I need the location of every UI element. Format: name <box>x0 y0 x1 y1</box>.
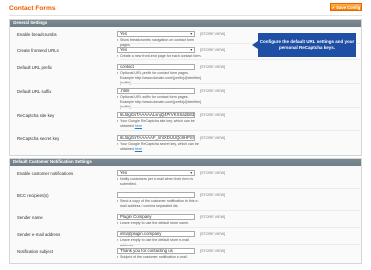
setting-note: ▪ Your Google ReCaptcha secret key, which… <box>117 142 202 152</box>
bullet-icon: ▪ <box>117 54 119 58</box>
setting-label: Enable breadcrumbs <box>17 32 57 37</box>
page-title: Contact Forms <box>9 5 56 12</box>
setting-label: Default URL prefix <box>17 65 52 70</box>
note-text: Leave empty to use the default store nam… <box>120 221 190 225</box>
note-text: Your Google ReCaptcha site key, which ca… <box>120 119 195 128</box>
tooltip-callout: Configure the default URL settings and y… <box>252 33 356 57</box>
setting-label: Default URL suffix <box>17 89 52 94</box>
row-divider <box>120 107 360 108</box>
recaptcha-site-key-link[interactable]: here <box>135 124 142 128</box>
setting-note: ▪ Leave empty to use the default store na… <box>117 221 202 226</box>
bullet-icon: ▪ <box>117 142 119 146</box>
notification-settings-header[interactable]: Default Customer Notification Settings <box>10 159 361 166</box>
scope-label: [STORE VIEW] <box>200 65 226 69</box>
general-settings-header[interactable]: General Settings <box>10 20 361 27</box>
dropdown-arrow-icon: ▼ <box>189 171 193 175</box>
scope-label: [STORE VIEW] <box>200 32 226 36</box>
url-prefix-input[interactable]: contact <box>117 64 195 70</box>
scope-label: [STORE VIEW] <box>200 215 226 219</box>
select-value: Yes <box>120 31 128 36</box>
bcc-recipients-input[interactable] <box>117 192 195 198</box>
bullet-icon: ▪ <box>117 119 119 123</box>
row-divider <box>120 130 360 131</box>
note-text: Leave empty to use the default store e-m… <box>120 238 189 247</box>
note-text: Your Google ReCaptcha secret key, which … <box>120 142 199 151</box>
setting-label: Create frontend URLs <box>17 48 59 53</box>
scope-label: [STORE VIEW] <box>200 113 226 117</box>
scope-label: [STORE VIEW] <box>200 193 226 197</box>
scope-label: [STORE VIEW] <box>200 171 226 175</box>
bullet-icon: ▪ <box>117 199 119 203</box>
setting-label: Sender name <box>17 215 43 220</box>
scope-label: [STORE VIEW] <box>200 249 226 253</box>
setting-note: ▪ Send a copy of the customer notificatio… <box>117 199 202 209</box>
setting-label: Enable customer notifications <box>17 171 74 176</box>
sender-name-input[interactable]: Plugin Company <box>117 214 195 220</box>
setting-label: ReCaptcha secret key <box>17 136 60 141</box>
row-divider <box>120 83 360 84</box>
recaptcha-secret-key-link[interactable]: here <box>135 147 142 151</box>
bullet-icon: ▪ <box>117 221 119 225</box>
bullet-icon: ▪ <box>117 71 119 75</box>
sender-email-input[interactable]: info@plugin.company <box>117 231 195 237</box>
dropdown-arrow-icon: ▼ <box>189 48 193 52</box>
save-config-button[interactable]: ✔ Save Config <box>330 3 362 11</box>
setting-label: ReCaptcha site key <box>17 113 55 118</box>
row-divider <box>120 59 360 60</box>
note-text: Subject of the customer notification e-m… <box>120 255 188 259</box>
note-text: Notify customers per e-mail when their f… <box>120 177 194 186</box>
dropdown-arrow-icon: ▼ <box>189 32 193 36</box>
select-value: Yes <box>120 170 128 175</box>
scope-label: [STORE VIEW] <box>200 136 226 140</box>
row-divider <box>120 227 360 228</box>
select-value: Yes <box>120 47 128 52</box>
row-divider <box>120 244 360 245</box>
bullet-icon: ▪ <box>117 38 119 42</box>
bullet-icon: ▪ <box>117 255 119 259</box>
enable-notifications-select[interactable]: Yes ▼ <box>117 170 195 176</box>
notification-settings-section: Default Customer Notification Settings E… <box>9 158 362 264</box>
note-text: Create a new front-end page for each con… <box>120 54 202 58</box>
note-text: Send a copy of the customer notification… <box>120 199 199 208</box>
notification-subject-input[interactable]: Thank you for contacting us <box>117 248 195 254</box>
setting-note: ▪ Notify customers per e-mail when their … <box>117 177 202 187</box>
frontend-urls-select[interactable]: Yes ▼ <box>117 47 195 53</box>
scope-label: [STORE VIEW] <box>200 48 226 52</box>
setting-note: ▪ Your Google ReCaptcha site key, which c… <box>117 119 202 129</box>
scope-label: [STORE VIEW] <box>200 89 226 93</box>
check-icon: ✔ <box>331 4 336 10</box>
setting-label: BCC recipient(s) <box>17 193 49 198</box>
bullet-icon: ▪ <box>117 238 119 242</box>
recaptcha-secret-key-input[interactable]: 6LfdgGsTAAAAAF_nhtXDUUQc8HPSVWFQ2ZRPN <box>117 135 195 141</box>
scope-label: [STORE VIEW] <box>200 232 226 236</box>
title-divider <box>9 15 362 16</box>
recaptcha-site-key-input[interactable]: 6LfdgGsTAAAAALxnjQ4PrVKXSa2b83aV1ZdYV2 <box>117 112 195 118</box>
bullet-icon: ▪ <box>117 95 119 99</box>
bullet-icon: ▪ <box>117 177 119 181</box>
url-suffix-input[interactable]: .html <box>117 88 195 94</box>
row-divider <box>120 188 360 189</box>
breadcrumbs-select[interactable]: Yes ▼ <box>117 31 195 37</box>
save-config-label: Save Config <box>336 4 361 10</box>
setting-label: Sender e-mail address <box>17 232 61 237</box>
setting-note: ▪ Subject of the customer notification e-… <box>117 255 202 260</box>
row-divider <box>120 210 360 211</box>
setting-label: Notification subject <box>17 249 54 254</box>
setting-note: ▪ Leave empty to use the default store e-… <box>117 238 202 248</box>
